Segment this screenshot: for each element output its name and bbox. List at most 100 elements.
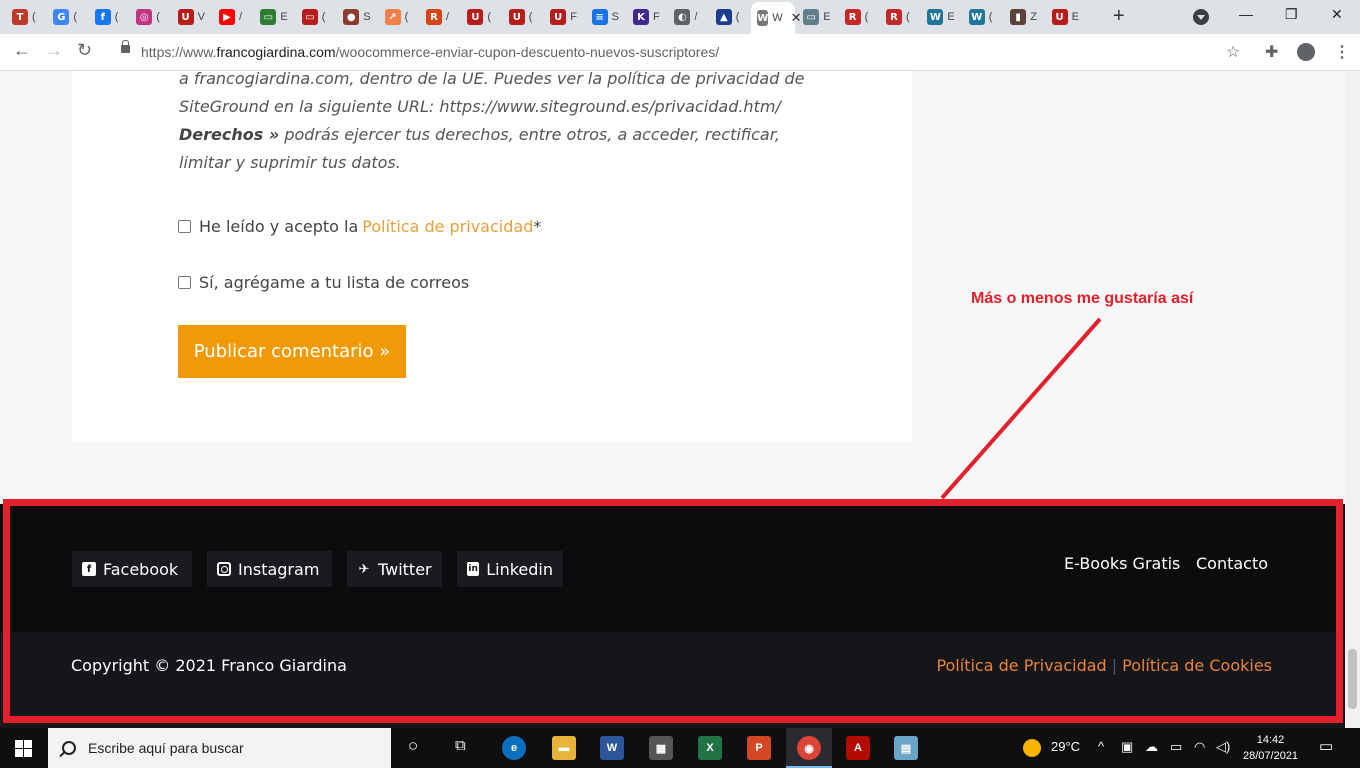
minimize-icon[interactable]: — (1239, 6, 1253, 22)
windows-start-icon[interactable] (15, 740, 32, 757)
notes-app-icon[interactable]: ▤ (894, 736, 918, 760)
restore-icon[interactable]: ❐ (1285, 6, 1298, 23)
bookmark-star-icon[interactable]: ☆ (1226, 42, 1240, 62)
volume-icon[interactable]: ◁) (1216, 739, 1230, 755)
tab-favicon-icon: ▭ (803, 9, 820, 25)
scrollbar-thumb[interactable] (1348, 649, 1357, 709)
cortana-icon[interactable]: ○ (408, 736, 418, 756)
meet-now-icon[interactable]: ▣ (1121, 739, 1133, 755)
twitter-label: Twitter (378, 559, 432, 579)
linkedin-button[interactable]: in Linkedin (457, 551, 563, 587)
extensions-icon[interactable]: ✚ (1265, 42, 1278, 62)
browser-tab[interactable]: ↗( (379, 5, 419, 29)
tab-title: E (280, 11, 288, 23)
browser-tab[interactable]: UF (544, 5, 584, 29)
tab-title: ( (864, 11, 869, 23)
tab-title: / (239, 11, 243, 23)
privacy-policy-footer-link[interactable]: Política de Privacidad (936, 656, 1106, 675)
tab-favicon-icon: ▮ (1010, 9, 1027, 25)
browser-tab[interactable]: W W ✕ (751, 2, 802, 34)
tab-title: ( (487, 11, 492, 23)
menu-kebab-icon[interactable]: ⋮ (1334, 42, 1350, 62)
browser-tab[interactable]: U( (461, 5, 501, 29)
taskbar-search-box[interactable]: Escribe aquí para buscar (48, 728, 391, 768)
facebook-button[interactable]: f Facebook (72, 551, 192, 587)
acrobat-icon[interactable]: A (846, 736, 870, 760)
profile-avatar-icon[interactable] (1297, 43, 1315, 61)
cookie-policy-link[interactable]: Política de Cookies (1122, 656, 1272, 675)
close-window-icon[interactable]: ✕ (1331, 6, 1343, 23)
browser-tab[interactable]: R( (839, 5, 879, 29)
tab-favicon-icon: ▭ (301, 9, 318, 25)
tab-title: ( (404, 11, 409, 23)
onedrive-icon[interactable]: ☁ (1145, 739, 1158, 755)
browser-tab[interactable]: G( (47, 5, 87, 29)
browser-tab[interactable]: ◐ / (668, 5, 708, 29)
weather-icon[interactable] (1023, 739, 1041, 757)
store-icon[interactable]: ▦ (649, 736, 673, 760)
word-icon[interactable]: W (600, 736, 624, 760)
battery-icon[interactable]: ▭ (1170, 739, 1182, 755)
tab-favicon-icon: ≡ (591, 9, 608, 25)
browser-tab[interactable]: UV (172, 5, 212, 29)
back-icon[interactable]: ← (13, 40, 31, 61)
browser-tab[interactable]: f( (89, 5, 129, 29)
browser-tab[interactable]: ▶ / (213, 5, 253, 29)
browser-tab[interactable]: KF (627, 5, 667, 29)
tray-chevron-icon[interactable]: ^ (1098, 739, 1104, 754)
clock[interactable]: 14:42 28/07/2021 (1243, 732, 1298, 764)
facebook-icon: f (82, 562, 96, 576)
tab-title: ( (156, 11, 160, 23)
chrome-taskbar-button[interactable]: ◉ (786, 728, 832, 768)
browser-tab[interactable]: T( (6, 5, 46, 29)
browser-tab[interactable]: ▭( (296, 5, 336, 29)
forward-icon[interactable]: → (45, 40, 63, 61)
browser-tab[interactable]: WE (921, 5, 961, 29)
browser-tab[interactable]: ● S (337, 5, 377, 29)
notifications-icon[interactable]: ▭ (1319, 737, 1333, 755)
reload-icon[interactable]: ↻ (77, 40, 92, 61)
browser-tab[interactable]: ≡ S (586, 5, 626, 29)
contact-link[interactable]: Contacto (1196, 554, 1268, 573)
tab-favicon-icon: U (467, 9, 484, 25)
tab-search-icon[interactable] (1193, 9, 1209, 25)
wifi-icon[interactable]: ◠ (1194, 739, 1205, 755)
browser-tab[interactable]: W( (963, 5, 1003, 29)
browser-tab[interactable]: U( (503, 5, 543, 29)
url-path: /woocommerce-enviar-cupon-descuento-nuev… (335, 44, 720, 60)
browser-tab[interactable]: ▭ E (254, 5, 294, 29)
task-view-icon[interactable]: ⧉ (455, 737, 466, 754)
facebook-label: Facebook (103, 559, 179, 579)
tab-favicon-icon: R (844, 9, 861, 25)
tab-title: ( (73, 11, 78, 23)
instagram-button[interactable]: Instagram (207, 551, 332, 587)
browser-tab[interactable]: R( (880, 5, 920, 29)
powerpoint-icon[interactable]: P (747, 736, 771, 760)
edge-icon[interactable]: e (502, 736, 526, 760)
browser-tab[interactable]: ◎( (130, 5, 170, 29)
ebooks-link[interactable]: E-Books Gratis (1064, 554, 1180, 573)
browser-tab[interactable]: UE (1046, 5, 1086, 29)
footer-top: f Facebook Instagram ✈ Twitter in Linked… (0, 504, 1345, 632)
tab-strip: + — ❐ ✕ T(G(f(◎(U V ▶ / ▭ E ▭(● S ↗(R / U(U(U F ≡ S K F… (0, 0, 1360, 34)
excel-icon[interactable]: X (698, 736, 722, 760)
tab-title: ( (32, 11, 36, 23)
tab-favicon-icon: f (94, 9, 111, 25)
web-page: a francogiardina.com, dentro de la UE. P… (0, 71, 1345, 728)
browser-tab[interactable]: ▮ Z (1004, 5, 1044, 29)
lock-icon[interactable] (121, 40, 130, 53)
file-explorer-icon[interactable]: ▬ (552, 736, 576, 760)
tab-title: ( (321, 11, 326, 23)
new-tab-icon[interactable]: + (1113, 5, 1125, 28)
twitter-button[interactable]: ✈ Twitter (347, 551, 442, 587)
browser-tab[interactable]: R / (420, 5, 460, 29)
page-scrollbar[interactable] (1345, 71, 1360, 728)
tab-title: F (570, 11, 577, 23)
browser-tab[interactable]: ▲( (710, 5, 750, 29)
browser-tab[interactable]: ▭ E (797, 5, 837, 29)
address-bar[interactable]: https://www.francogiardina.com/woocommer… (141, 44, 719, 60)
tab-title: V (197, 11, 205, 23)
clock-time: 14:42 (1256, 734, 1285, 746)
temperature[interactable]: 29°C (1051, 739, 1080, 754)
tab-favicon-icon: ◎ (136, 9, 153, 25)
